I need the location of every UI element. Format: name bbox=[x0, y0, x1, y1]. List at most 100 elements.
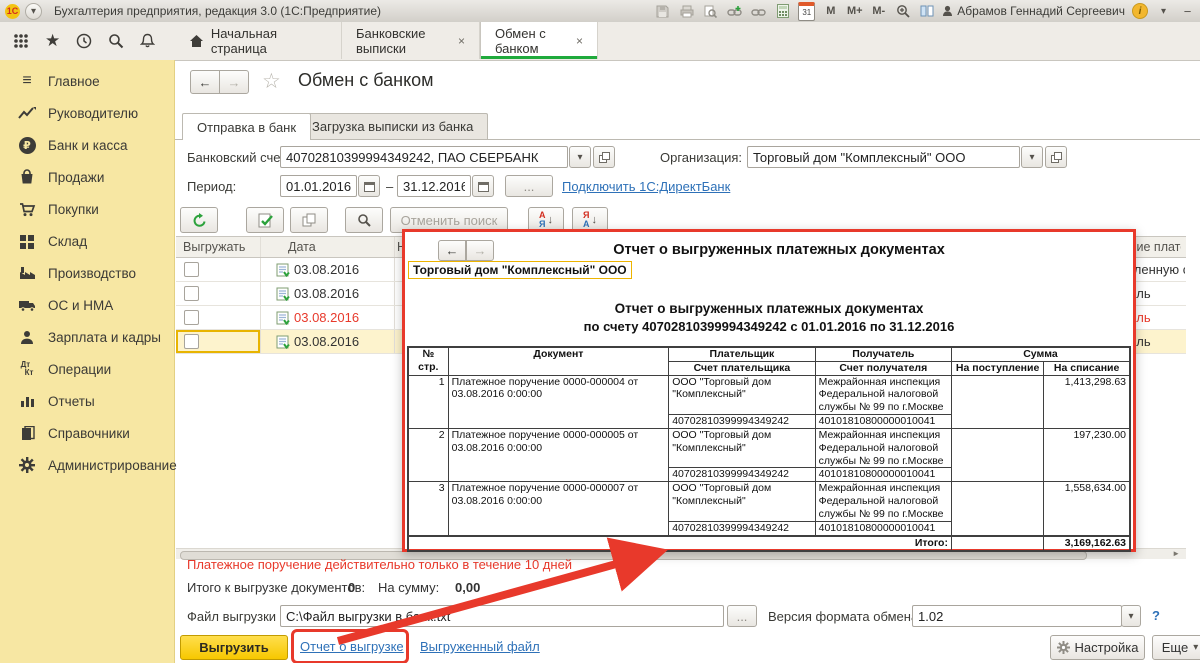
period-to-calendar-button[interactable] bbox=[472, 175, 494, 197]
bank-account-input[interactable] bbox=[280, 146, 568, 168]
payment-order-icon bbox=[276, 335, 290, 352]
format-version-dropdown-button[interactable]: ▾ bbox=[1121, 605, 1141, 627]
sidebar-item-main[interactable]: ≡Главное bbox=[0, 65, 174, 97]
history-icon[interactable] bbox=[76, 33, 92, 49]
report-col-out: На списание bbox=[1044, 361, 1130, 375]
help-link[interactable]: ? bbox=[1152, 608, 1160, 623]
menu-icon: ≡ bbox=[17, 71, 37, 91]
bank-account-dropdown-button[interactable]: ▾ bbox=[569, 146, 591, 168]
favorite-star-icon[interactable]: ☆ bbox=[262, 69, 281, 94]
row-date: 03.08.2016 bbox=[294, 262, 359, 277]
sidebar-item-operations[interactable]: ДтКтОперации bbox=[0, 353, 174, 385]
check-sheet-icon bbox=[258, 213, 273, 228]
uploaded-file-link[interactable]: Выгруженный файл bbox=[420, 639, 540, 654]
sidebar-item-bank-cash[interactable]: ₽Банк и касса bbox=[0, 129, 174, 161]
cart-icon bbox=[17, 199, 37, 219]
main-menu-button[interactable]: ▾ bbox=[25, 3, 42, 20]
current-user[interactable]: Абрамов Геннадий Сергеевич bbox=[942, 4, 1125, 18]
nav-back-button[interactable]: ← bbox=[190, 70, 220, 94]
save-icon[interactable] bbox=[654, 3, 671, 20]
format-version-input[interactable] bbox=[912, 605, 1122, 627]
upload-checkbox[interactable] bbox=[184, 286, 199, 301]
favorites-star-icon[interactable]: ★ bbox=[45, 31, 60, 51]
tab-home[interactable]: Начальная страница bbox=[175, 22, 342, 59]
calculator-icon[interactable] bbox=[774, 3, 791, 20]
close-tab-icon[interactable]: × bbox=[458, 34, 465, 48]
sidebar-item-purchases[interactable]: Покупки bbox=[0, 193, 174, 225]
add-link-icon[interactable] bbox=[726, 3, 743, 20]
period-more-button[interactable]: ... bbox=[505, 175, 553, 197]
subtab-send-to-bank[interactable]: Отправка в банк bbox=[182, 113, 311, 140]
report-col-num: № стр. bbox=[408, 347, 448, 375]
organization-dropdown-button[interactable]: ▾ bbox=[1021, 146, 1043, 168]
more-button[interactable]: Еще▾ bbox=[1152, 635, 1200, 660]
titlebar-chevron-icon[interactable]: ▾ bbox=[1155, 3, 1172, 20]
split-columns-icon[interactable] bbox=[918, 3, 935, 20]
report-row[interactable]: 2 Платежное поручение 0000-000005 от 03.… bbox=[408, 428, 1130, 467]
open-icon bbox=[1051, 152, 1062, 163]
organization-label: Организация: bbox=[660, 150, 742, 165]
totals-sum-label: На сумму: bbox=[378, 580, 439, 595]
close-tab-icon[interactable]: × bbox=[576, 34, 583, 48]
sidebar-item-warehouse[interactable]: Склад bbox=[0, 225, 174, 257]
totals-docs-value: 0 bbox=[348, 580, 355, 595]
select-all-button[interactable] bbox=[246, 207, 284, 233]
upload-button[interactable]: Выгрузить bbox=[180, 635, 288, 660]
organization-open-button[interactable] bbox=[1045, 146, 1067, 168]
sidebar-item-administration[interactable]: Администрирование bbox=[0, 449, 174, 481]
report-subheading: по счету 40702810399994349242 с 01.01.20… bbox=[405, 319, 1133, 334]
tab-bank-exchange[interactable]: Обмен с банком× bbox=[480, 22, 598, 59]
organization-input[interactable] bbox=[747, 146, 1020, 168]
find-button[interactable] bbox=[345, 207, 383, 233]
report-organization-cell[interactable]: Торговый дом "Комплексный" ООО bbox=[408, 261, 632, 279]
nav-forward-button[interactable]: → bbox=[219, 70, 249, 94]
memory-m-button[interactable]: M bbox=[822, 3, 839, 20]
sidebar-item-production[interactable]: Производство bbox=[0, 257, 174, 289]
period-from-input[interactable] bbox=[280, 175, 357, 197]
report-col-sum: Сумма bbox=[951, 347, 1130, 361]
report-row[interactable]: 3 Платежное поручение 0000-000007 от 03.… bbox=[408, 482, 1130, 521]
upload-checkbox[interactable] bbox=[184, 262, 199, 277]
home-icon bbox=[189, 34, 203, 48]
copy-button[interactable] bbox=[290, 207, 328, 233]
boxes-icon bbox=[17, 231, 37, 251]
apps-grid-icon[interactable] bbox=[13, 33, 29, 49]
upload-report-link[interactable]: Отчет о выгрузке bbox=[300, 639, 404, 654]
scroll-right-icon[interactable]: ► bbox=[1172, 549, 1180, 558]
sidebar-item-manager[interactable]: Руководителю bbox=[0, 97, 174, 129]
link-icon[interactable] bbox=[750, 3, 767, 20]
info-icon[interactable]: i bbox=[1132, 3, 1148, 19]
column-header-date: Дата bbox=[288, 240, 316, 254]
sidebar-item-directories[interactable]: Справочники bbox=[0, 417, 174, 449]
report-row[interactable]: 1 Платежное поручение 0000-000004 от 03.… bbox=[408, 375, 1130, 414]
memory-m-plus-button[interactable]: M+ bbox=[846, 3, 863, 20]
period-from-calendar-button[interactable] bbox=[358, 175, 380, 197]
sidebar-item-salary-hr[interactable]: Зарплата и кадры bbox=[0, 321, 174, 353]
notifications-bell-icon[interactable] bbox=[140, 33, 155, 49]
tab-bank-statements[interactable]: Банковские выписки× bbox=[342, 22, 480, 59]
memory-m-minus-button[interactable]: M- bbox=[870, 3, 887, 20]
sidebar-item-sales[interactable]: Продажи bbox=[0, 161, 174, 193]
period-to-input[interactable] bbox=[397, 175, 471, 197]
zoom-icon[interactable] bbox=[894, 3, 911, 20]
calendar-icon[interactable]: 31 bbox=[798, 2, 815, 21]
sidebar-item-reports[interactable]: Отчеты bbox=[0, 385, 174, 417]
upload-checkbox[interactable] bbox=[184, 310, 199, 325]
sidebar-item-os-nma[interactable]: ОС и НМА bbox=[0, 289, 174, 321]
preview-icon[interactable] bbox=[702, 3, 719, 20]
export-file-input[interactable] bbox=[280, 605, 724, 627]
minimize-button[interactable]: − bbox=[1179, 3, 1196, 20]
refresh-button[interactable] bbox=[180, 207, 218, 233]
export-file-browse-button[interactable]: ... bbox=[727, 605, 757, 627]
bank-account-open-button[interactable] bbox=[593, 146, 615, 168]
search-icon[interactable] bbox=[108, 33, 124, 49]
row-date: 03.08.2016 bbox=[294, 310, 359, 325]
report-heading: Отчет о выгруженных платежных документах bbox=[405, 301, 1133, 316]
directbank-link[interactable]: Подключить 1С:ДиректБанк bbox=[562, 179, 730, 194]
truck-icon bbox=[17, 295, 37, 315]
subtab-load-statement[interactable]: Загрузка выписки из банка bbox=[297, 113, 488, 139]
column-header-upload: Выгружать bbox=[183, 240, 245, 254]
upload-checkbox[interactable] bbox=[184, 334, 199, 349]
settings-button[interactable]: Настройка bbox=[1050, 635, 1145, 660]
print-icon[interactable] bbox=[678, 3, 695, 20]
